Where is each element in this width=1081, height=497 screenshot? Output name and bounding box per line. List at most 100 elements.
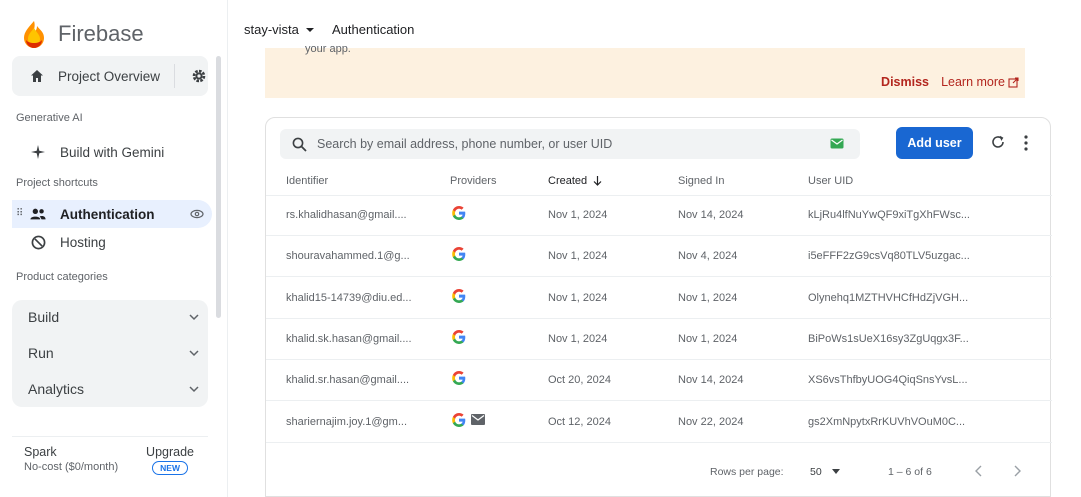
section-product-categories: Product categories bbox=[16, 271, 108, 283]
chevron-down-icon bbox=[189, 386, 199, 393]
cell-created: Nov 1, 2024 bbox=[548, 332, 608, 345]
learn-more-link[interactable]: Learn more bbox=[941, 75, 1019, 89]
search-input[interactable]: Search by email address, phone number, o… bbox=[280, 129, 860, 159]
cell-created: Oct 12, 2024 bbox=[548, 415, 611, 428]
refresh-icon[interactable] bbox=[990, 134, 1006, 150]
cell-user-uid: XS6vsThfbyUOG4QiqSnsYvsL... bbox=[808, 374, 968, 387]
email-provider-icon bbox=[471, 414, 485, 425]
pagination-range: 1 – 6 of 6 bbox=[888, 466, 932, 478]
table-row[interactable]: shouravahammed.1@g... Nov 1, 2024 Nov 4, 2… bbox=[266, 237, 1052, 278]
cell-created: Nov 1, 2024 bbox=[548, 250, 608, 263]
brand[interactable]: Firebase bbox=[22, 18, 144, 50]
section-project-shortcuts: Project shortcuts bbox=[16, 177, 98, 189]
breadcrumb-page: Authentication bbox=[332, 22, 415, 37]
sidebar: Firebase Project Overview Generative AI … bbox=[0, 0, 228, 497]
cell-signed-in: Nov 1, 2024 bbox=[678, 291, 738, 304]
chevron-down-icon bbox=[189, 314, 199, 321]
cell-identifier: shariernajim.joy.1@gm... bbox=[286, 415, 407, 428]
drag-handle-icon[interactable]: ⠿ bbox=[16, 208, 23, 219]
users-card: Search by email address, phone number, o… bbox=[265, 117, 1052, 497]
cell-identifier: shouravahammed.1@g... bbox=[286, 250, 410, 263]
cell-identifier: rs.khalidhasan@gmail.... bbox=[286, 209, 407, 221]
sidebar-item-build-with-gemini[interactable]: Build with Gemini bbox=[12, 138, 212, 166]
caret-down-icon bbox=[305, 27, 314, 32]
google-icon bbox=[452, 371, 466, 386]
cell-user-uid: gs2XmNpytxRrKUVhVOuM0C... bbox=[808, 415, 966, 428]
dismiss-button[interactable]: Dismiss bbox=[881, 75, 929, 89]
chevron-down-icon bbox=[189, 350, 199, 357]
chevron-left-icon[interactable] bbox=[974, 465, 984, 477]
project-selector[interactable]: stay-vista bbox=[244, 22, 315, 37]
cell-created: Oct 20, 2024 bbox=[548, 374, 611, 387]
eye-icon[interactable] bbox=[190, 207, 204, 221]
info-banner: your app. Dismiss Learn more bbox=[265, 43, 1025, 98]
category-group: Build Run Analytics bbox=[12, 300, 208, 407]
column-created[interactable]: Created bbox=[548, 175, 602, 187]
google-icon bbox=[452, 206, 466, 220]
learn-more-label: Learn more bbox=[941, 75, 1005, 89]
search-placeholder: Search by email address, phone number, o… bbox=[317, 137, 613, 151]
sparkle-icon bbox=[30, 144, 46, 160]
column-user-uid[interactable]: User UID bbox=[808, 175, 853, 187]
sidebar-item-label: Hosting bbox=[60, 234, 106, 250]
external-link-icon bbox=[1008, 76, 1019, 88]
brand-name: Firebase bbox=[58, 21, 144, 46]
cell-signed-in: Nov 1, 2024 bbox=[678, 332, 738, 345]
sidebar-item-label: Authentication bbox=[60, 206, 155, 222]
google-icon bbox=[452, 288, 466, 303]
category-label: Run bbox=[28, 345, 54, 361]
add-user-button[interactable]: Add user bbox=[896, 127, 973, 159]
banner-text: your app. bbox=[305, 43, 351, 55]
table-row[interactable]: khalid.sk.hasan@gmail.... Nov 1, 2024 Nov … bbox=[266, 320, 1052, 360]
sidebar-item-hosting[interactable]: Hosting bbox=[12, 228, 212, 256]
gear-icon[interactable] bbox=[191, 68, 207, 84]
more-options-icon[interactable] bbox=[1024, 135, 1028, 151]
rows-per-page-select[interactable]: 50 bbox=[810, 466, 840, 478]
cell-identifier: khalid.sr.hasan@gmail.... bbox=[286, 374, 410, 387]
arrow-down-icon bbox=[593, 176, 602, 186]
category-analytics[interactable]: Analytics bbox=[28, 374, 200, 404]
cell-providers bbox=[450, 328, 468, 346]
google-icon bbox=[452, 247, 466, 262]
cell-signed-in: Nov 14, 2024 bbox=[678, 209, 744, 221]
column-providers[interactable]: Providers bbox=[450, 175, 496, 187]
table-row[interactable]: khalid15-14739@diu.ed... Nov 1, 2024 Nov 1… bbox=[266, 279, 1052, 319]
cell-identifier: khalid.sk.hasan@gmail.... bbox=[286, 332, 412, 345]
cell-user-uid: i5eFFF2zG9csVq80TLV5uzgac... bbox=[808, 250, 970, 263]
email-icon bbox=[830, 138, 844, 149]
column-identifier[interactable]: Identifier bbox=[286, 175, 328, 187]
google-icon bbox=[452, 412, 466, 427]
table-row[interactable]: khalid.sr.hasan@gmail.... Oct 20, 2024 Nov… bbox=[266, 361, 1052, 402]
table-row[interactable]: shariernajim.joy.1@gm... Oct 12, 2024 Nov … bbox=[266, 403, 1052, 443]
upgrade-link[interactable]: Upgrade bbox=[146, 445, 194, 459]
table-header: Identifier Providers Created Signed In U… bbox=[266, 168, 1052, 196]
users-icon bbox=[30, 206, 46, 222]
column-signed-in[interactable]: Signed In bbox=[678, 175, 724, 187]
chevron-right-icon[interactable] bbox=[1012, 465, 1022, 477]
category-label: Analytics bbox=[28, 381, 85, 397]
section-generative-ai: Generative AI bbox=[16, 112, 83, 124]
cell-signed-in: Nov 14, 2024 bbox=[678, 374, 744, 387]
table-row[interactable]: rs.khalidhasan@gmail.... Nov 1, 2024 Nov 1… bbox=[266, 196, 1052, 236]
cell-created: Nov 1, 2024 bbox=[548, 291, 608, 304]
cell-signed-in: Nov 22, 2024 bbox=[678, 415, 744, 428]
cell-providers bbox=[450, 369, 468, 387]
cell-providers bbox=[450, 411, 485, 429]
divider bbox=[174, 64, 176, 88]
cell-signed-in: Nov 4, 2024 bbox=[678, 250, 738, 263]
category-run[interactable]: Run bbox=[28, 338, 200, 368]
project-overview-button[interactable]: Project Overview bbox=[12, 56, 208, 96]
sidebar-item-authentication[interactable]: ⠿ Authentication bbox=[12, 200, 212, 228]
cell-identifier: khalid15-14739@diu.ed... bbox=[286, 291, 412, 304]
sidebar-item-label: Build with Gemini bbox=[60, 144, 165, 160]
project-name: stay-vista bbox=[244, 22, 299, 37]
sidebar-scrollbar[interactable] bbox=[216, 56, 221, 318]
plan-cost: No-cost ($0/month) bbox=[24, 461, 119, 473]
category-label: Build bbox=[28, 309, 60, 325]
cell-providers bbox=[450, 245, 468, 263]
category-build[interactable]: Build bbox=[28, 302, 200, 332]
cell-providers bbox=[450, 287, 468, 305]
new-badge: NEW bbox=[152, 461, 188, 475]
cell-user-uid: Olynehq1MZTHVHCfHdZjVGH... bbox=[808, 291, 969, 304]
rows-per-page-label: Rows per page: bbox=[710, 466, 784, 478]
